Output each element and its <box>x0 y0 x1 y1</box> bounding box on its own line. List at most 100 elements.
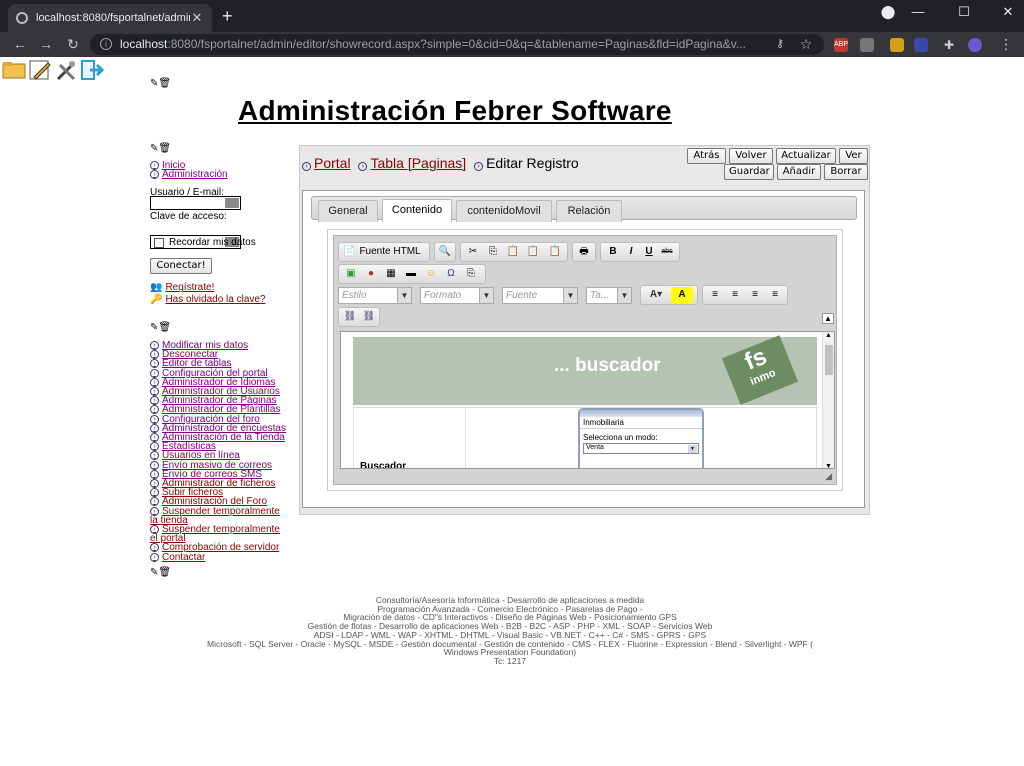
save-button[interactable]: Guardar <box>724 164 774 180</box>
tab-contenido[interactable]: Contenido <box>382 199 452 222</box>
text-color-icon[interactable]: A▾ <box>645 287 667 303</box>
user-input[interactable] <box>150 196 241 210</box>
style-combo[interactable]: Estilo ▼ <box>338 287 412 304</box>
paste-word-icon[interactable]: 📋 <box>547 244 563 260</box>
align-left-icon[interactable]: ≡ <box>707 287 723 303</box>
forward-icon[interactable]: → <box>36 36 56 52</box>
register-link[interactable]: Regístrate! <box>165 283 214 293</box>
collapse-toolbar-button[interactable]: ▲ <box>822 313 834 324</box>
chevron-down-icon[interactable]: ▼ <box>617 288 631 303</box>
underline-icon[interactable]: U <box>641 244 657 260</box>
extension-icon[interactable] <box>860 38 874 52</box>
link-icon[interactable]: ⛓ <box>342 309 358 325</box>
copy-icon[interactable]: ⎘ <box>485 244 501 260</box>
new-tab-button[interactable]: + <box>222 6 233 26</box>
tab-general[interactable]: General <box>318 200 378 222</box>
nav-administracion[interactable]: › Administración <box>150 170 228 180</box>
mode-select[interactable]: Venta ▼ <box>583 443 699 454</box>
admin-menu-item[interactable]: › Contactar <box>150 551 286 563</box>
remember-checkbox[interactable] <box>154 237 164 248</box>
scroll-up-icon[interactable]: ▲ <box>825 332 832 339</box>
browser-toolbar: ← → ↻ i localhost:8080/fsportalnet/admin… <box>0 32 1024 57</box>
folder-icon[interactable] <box>2 59 26 81</box>
align-right-icon[interactable]: ≡ <box>747 287 763 303</box>
arrow-bullet-icon: › <box>150 451 159 461</box>
breadcrumb-portal[interactable]: Portal <box>314 155 351 171</box>
justify-icon[interactable]: ≡ <box>767 287 783 303</box>
fs-inmo-logo: fs inmo <box>721 335 799 405</box>
maximize-button[interactable]: ☐ <box>954 4 974 20</box>
table-icon[interactable]: ▦ <box>383 266 399 282</box>
adblock-icon[interactable]: ABP <box>834 38 848 52</box>
pencil-icon[interactable] <box>28 59 52 81</box>
size-combo[interactable]: Ta... ▼ <box>586 287 632 304</box>
bookmark-star-icon[interactable]: ☆ <box>796 36 816 52</box>
back-button[interactable]: Atrás <box>687 148 726 164</box>
editor-content-area[interactable]: ... buscador fs inmo Buscador Inmobiliari… <box>340 331 835 469</box>
breadcrumb-table[interactable]: Tabla [Paginas] <box>370 155 466 171</box>
connect-button[interactable]: Conectar! <box>150 258 212 274</box>
puzzle-icon[interactable]: ✚ <box>942 38 956 52</box>
browser-tab[interactable]: localhost:8080/fsportalnet/admin ✕ <box>8 4 212 32</box>
view-button[interactable]: Ver <box>839 148 868 164</box>
extension-icon[interactable] <box>890 38 904 52</box>
edit-trash-icons[interactable]: ✎🗑 <box>150 567 171 578</box>
paste-icon[interactable]: 📋 <box>505 244 521 260</box>
tools-icon[interactable] <box>54 59 78 81</box>
editor-scrollbar[interactable]: ▲ ▼ <box>822 332 834 468</box>
preview-icon[interactable]: 🔍 <box>437 244 453 260</box>
paste-text-icon[interactable]: 📋 <box>525 244 541 260</box>
special-char-icon[interactable]: Ω <box>443 266 459 282</box>
edit-trash-icons[interactable]: ✎🗑 <box>150 322 171 333</box>
align-center-icon[interactable]: ≡ <box>727 287 743 303</box>
chevron-down-icon[interactable]: ▼ <box>397 288 411 303</box>
reload-icon[interactable]: ↻ <box>63 36 83 52</box>
tab-relacion[interactable]: Relación <box>556 200 622 222</box>
eye-extension-icon[interactable] <box>914 38 928 52</box>
page-break-icon[interactable]: ⎘ <box>463 266 479 282</box>
exit-icon[interactable] <box>80 59 105 81</box>
arrow-bullet-icon: › <box>150 350 159 360</box>
address-bar[interactable]: i localhost:8080/fsportalnet/admin/edito… <box>90 34 824 55</box>
scroll-down-icon[interactable]: ▼ <box>825 463 832 468</box>
arrow-bullet-icon: › <box>150 433 159 443</box>
close-window-button[interactable]: ✕ <box>998 4 1018 20</box>
bold-icon[interactable]: B <box>605 244 621 260</box>
flash-icon[interactable]: ● <box>363 266 379 282</box>
chevron-down-icon[interactable]: ▼ <box>479 288 493 303</box>
strike-icon[interactable]: abc <box>659 244 675 260</box>
keyboard-icon[interactable] <box>225 198 239 208</box>
admin-menu-label: Contactar <box>162 551 206 563</box>
unlink-icon[interactable]: ⛓ <box>361 309 377 325</box>
refresh-button[interactable]: Actualizar <box>776 148 836 164</box>
users-icon: 👥 <box>150 282 163 293</box>
menu-icon[interactable]: ⋮ <box>996 36 1016 52</box>
italic-icon[interactable]: I <box>623 244 639 260</box>
font-combo[interactable]: Fuente ▼ <box>502 287 578 304</box>
edit-trash-icons[interactable]: ✎🗑 <box>150 78 171 89</box>
format-combo[interactable]: Formato ▼ <box>420 287 494 304</box>
add-button[interactable]: Añadir <box>777 164 821 180</box>
scroll-thumb[interactable] <box>825 345 833 375</box>
chevron-down-icon[interactable]: ▼ <box>563 288 577 303</box>
tab-contenidomovil[interactable]: contenidoMovil <box>456 200 552 222</box>
return-button[interactable]: Volver <box>729 148 773 164</box>
bg-color-icon[interactable]: A <box>671 287 693 303</box>
source-html-button[interactable]: 📄 Fuente HTML <box>338 242 430 262</box>
close-tab-icon[interactable]: ✕ <box>190 10 204 26</box>
forgot-password-link[interactable]: Has olvidado la clave? <box>165 295 265 305</box>
tab-search-icon[interactable]: ⬤ <box>878 4 898 20</box>
delete-button[interactable]: Borrar <box>824 164 868 180</box>
cut-icon[interactable]: ✂ <box>465 244 481 260</box>
smiley-icon[interactable]: ☺ <box>423 266 439 282</box>
image-icon[interactable]: ▣ <box>343 266 359 282</box>
back-icon[interactable]: ← <box>10 36 30 52</box>
avatar[interactable] <box>968 38 982 52</box>
print-icon[interactable]: 🖶 <box>576 244 592 260</box>
hr-icon[interactable]: ▬ <box>403 266 419 282</box>
resize-grip-icon[interactable]: ◢ <box>825 471 832 482</box>
site-info-icon[interactable]: i <box>100 38 112 50</box>
edit-trash-icons[interactable]: ✎🗑 <box>150 143 171 154</box>
key-icon[interactable]: ⚷ <box>770 36 790 52</box>
minimize-button[interactable]: — <box>908 4 928 19</box>
